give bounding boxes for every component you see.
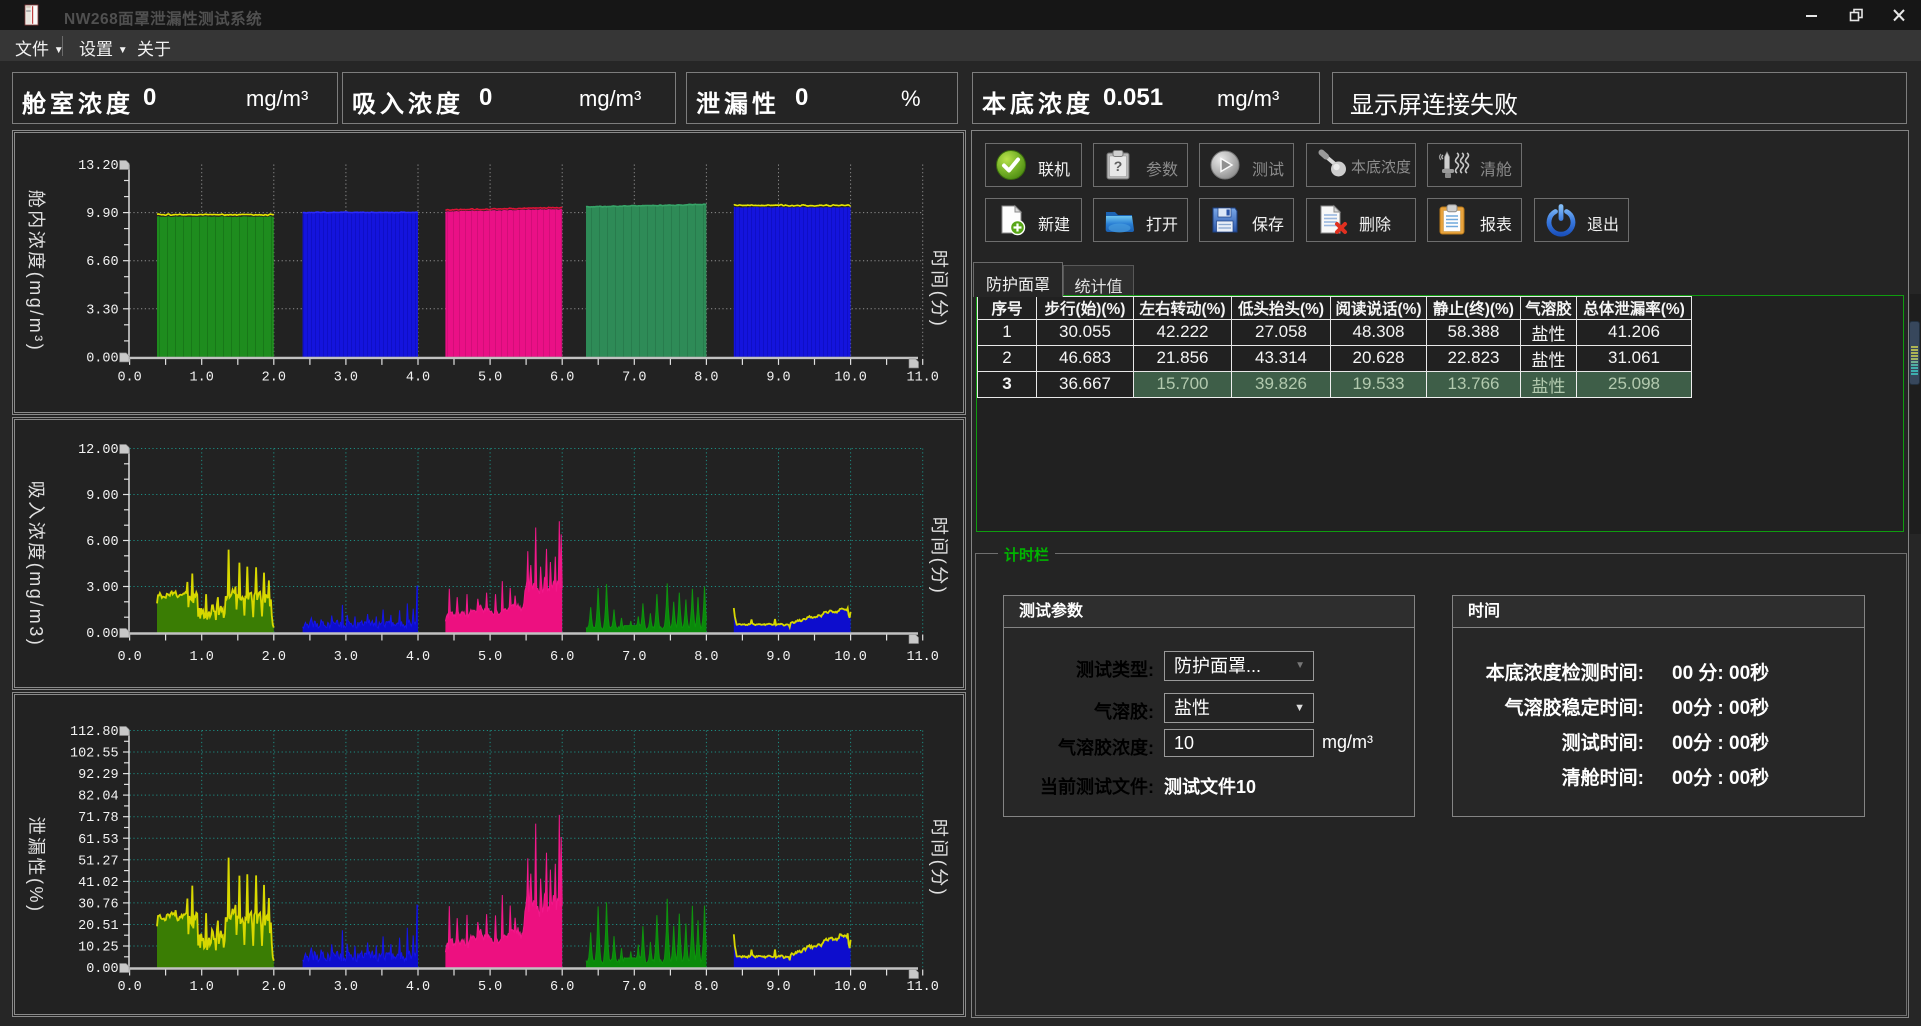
svg-text:8.0: 8.0: [694, 370, 718, 385]
svg-text:?: ?: [1114, 158, 1123, 174]
svg-text:9.0: 9.0: [766, 370, 790, 385]
svg-text:6.00: 6.00: [86, 535, 118, 550]
svg-text:1.0: 1.0: [190, 370, 214, 385]
svg-text:10.25: 10.25: [78, 941, 119, 956]
svg-text:0.00: 0.00: [86, 962, 118, 977]
svg-text:41.02: 41.02: [78, 876, 119, 891]
svg-text:61.53: 61.53: [78, 833, 119, 848]
svg-text:82.04: 82.04: [78, 790, 119, 805]
svg-text:3.30: 3.30: [86, 303, 118, 318]
svg-text:2.0: 2.0: [262, 650, 286, 665]
svg-text:20.51: 20.51: [78, 919, 119, 934]
svg-text:7.0: 7.0: [622, 980, 646, 995]
svg-text:30.76: 30.76: [78, 897, 119, 912]
svg-text:2.0: 2.0: [262, 370, 286, 385]
svg-text:2.0: 2.0: [262, 980, 286, 995]
svg-text:7.0: 7.0: [622, 650, 646, 665]
svg-text:51.27: 51.27: [78, 854, 119, 869]
svg-text:13.20: 13.20: [78, 159, 119, 174]
svg-text:3.0: 3.0: [334, 980, 358, 995]
svg-text:9.0: 9.0: [766, 650, 790, 665]
svg-text:4.0: 4.0: [406, 650, 430, 665]
svg-text:0.0: 0.0: [117, 980, 141, 995]
svg-text:3.0: 3.0: [334, 650, 358, 665]
svg-text:9.00: 9.00: [86, 489, 118, 504]
svg-text:102.55: 102.55: [70, 747, 119, 762]
svg-text:10.0: 10.0: [834, 370, 866, 385]
svg-text:0.00: 0.00: [86, 627, 118, 642]
svg-text:9.90: 9.90: [86, 207, 118, 222]
svg-text:9.0: 9.0: [766, 980, 790, 995]
svg-text:112.80: 112.80: [70, 725, 119, 740]
svg-text:10.0: 10.0: [834, 980, 866, 995]
svg-text:8.0: 8.0: [694, 980, 718, 995]
svg-text:8.0: 8.0: [694, 650, 718, 665]
svg-text:4.0: 4.0: [406, 980, 430, 995]
svg-text:11.0: 11.0: [906, 980, 938, 995]
svg-text:5.0: 5.0: [478, 650, 502, 665]
svg-text:4.0: 4.0: [406, 370, 430, 385]
svg-text:5.0: 5.0: [478, 980, 502, 995]
svg-text:1.0: 1.0: [190, 980, 214, 995]
svg-text:5.0: 5.0: [478, 370, 502, 385]
svg-text:7.0: 7.0: [622, 370, 646, 385]
svg-text:0.0: 0.0: [117, 370, 141, 385]
svg-text:0.0: 0.0: [117, 650, 141, 665]
svg-text:92.29: 92.29: [78, 768, 119, 783]
svg-text:71.78: 71.78: [78, 811, 119, 826]
svg-text:3.00: 3.00: [86, 581, 118, 596]
svg-text:6.0: 6.0: [550, 370, 574, 385]
svg-text:0.00: 0.00: [86, 351, 118, 366]
svg-text:6.60: 6.60: [86, 255, 118, 270]
svg-text:1.0: 1.0: [190, 650, 214, 665]
svg-text:10.0: 10.0: [834, 650, 866, 665]
svg-text:3.0: 3.0: [334, 370, 358, 385]
svg-text:6.0: 6.0: [550, 980, 574, 995]
svg-text:6.0: 6.0: [550, 650, 574, 665]
svg-text:12.00: 12.00: [78, 443, 119, 458]
